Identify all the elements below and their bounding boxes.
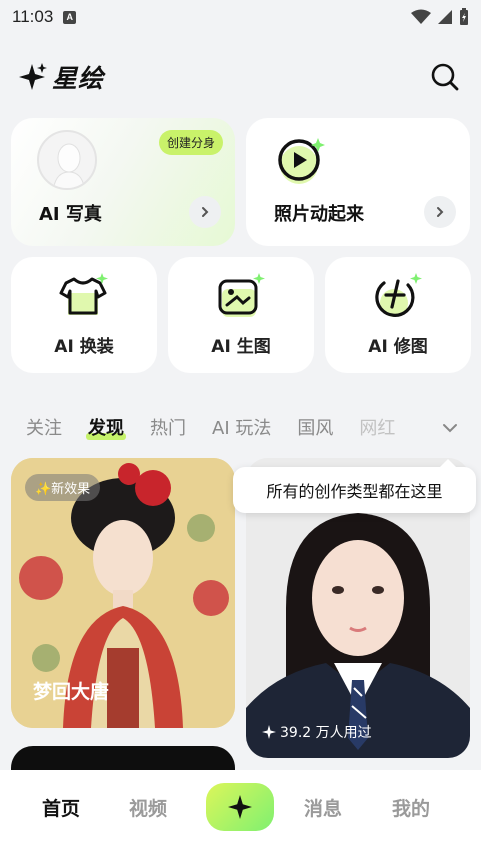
tab-chinese-style[interactable]: 国风 [297, 414, 333, 440]
ai-retouch-card[interactable]: AI 修图 [325, 257, 471, 373]
image-generate-icon [218, 273, 265, 317]
sparkle-create-icon [228, 795, 252, 819]
wifi-icon [411, 9, 431, 24]
sparkle-icon [262, 725, 276, 739]
create-clone-tag[interactable]: 创建分身 [158, 130, 223, 155]
ai-generate-card[interactable]: AI 生图 [168, 257, 314, 373]
nav-home[interactable]: 首页 [42, 794, 80, 821]
card-title: AI 写真 [39, 204, 102, 225]
category-tabs: 关注 发现 热门 AI 玩法 国风 网红 [0, 405, 481, 449]
arrow-button[interactable] [424, 196, 456, 228]
bottom-nav: 首页 视频 消息 我的 [0, 770, 481, 856]
arrow-button[interactable] [189, 196, 221, 228]
usage-text: 39.2 万人用过 [280, 725, 372, 741]
chevron-right-icon [202, 207, 209, 217]
ai-outfit-card[interactable]: AI 换装 [11, 257, 157, 373]
nav-mine[interactable]: 我的 [392, 794, 430, 821]
nav-video[interactable]: 视频 [129, 794, 167, 821]
shirt-icon [59, 273, 108, 315]
battery-icon [460, 8, 468, 25]
notification-icon: A [63, 10, 77, 24]
nav-messages[interactable]: 消息 [304, 794, 342, 821]
chevron-down-icon [443, 424, 457, 433]
app-header: 星绘 [0, 52, 481, 102]
category-tooltip: 所有的创作类型都在这里 [233, 459, 476, 513]
sparkle-logo-icon [19, 63, 47, 90]
status-icons [411, 8, 469, 26]
avatar [37, 130, 97, 190]
status-bar: 11:03 A [0, 0, 481, 34]
search-button[interactable] [427, 59, 463, 95]
app-name: 星绘 [52, 64, 105, 93]
photo-animate-card[interactable]: 照片动起来 [246, 118, 470, 246]
signal-icon [438, 10, 452, 24]
card-label: AI 修图 [368, 337, 428, 357]
search-icon [431, 63, 459, 91]
tab-discover[interactable]: 发现 [86, 414, 126, 440]
retouch-icon [375, 273, 422, 317]
new-effect-badge: ✨新效果 [25, 474, 101, 501]
feed-card-tang[interactable]: ✨新效果 梦回大唐 [11, 458, 235, 728]
tab-influencer[interactable]: 网红 [359, 414, 395, 440]
chevron-right-icon [437, 207, 444, 217]
status-time: 11:03 [12, 7, 54, 26]
tab-ai-play[interactable]: AI 玩法 [212, 414, 271, 440]
card-label: AI 生图 [211, 337, 271, 357]
create-button[interactable] [206, 783, 274, 831]
tab-follow[interactable]: 关注 [26, 414, 62, 440]
play-circle-icon [278, 138, 325, 184]
tab-hot[interactable]: 热门 [150, 414, 186, 440]
usage-count: 39.2 万人用过 [262, 722, 372, 742]
app-logo: 星绘 [18, 59, 104, 95]
card-label: AI 换装 [54, 337, 114, 357]
mannequin-head-icon [53, 143, 85, 188]
more-categories-button[interactable] [437, 417, 463, 439]
feed-title: 梦回大唐 [33, 681, 110, 703]
card-title: 照片动起来 [274, 204, 364, 225]
ai-portrait-card[interactable]: 创建分身 AI 写真 [11, 118, 235, 246]
